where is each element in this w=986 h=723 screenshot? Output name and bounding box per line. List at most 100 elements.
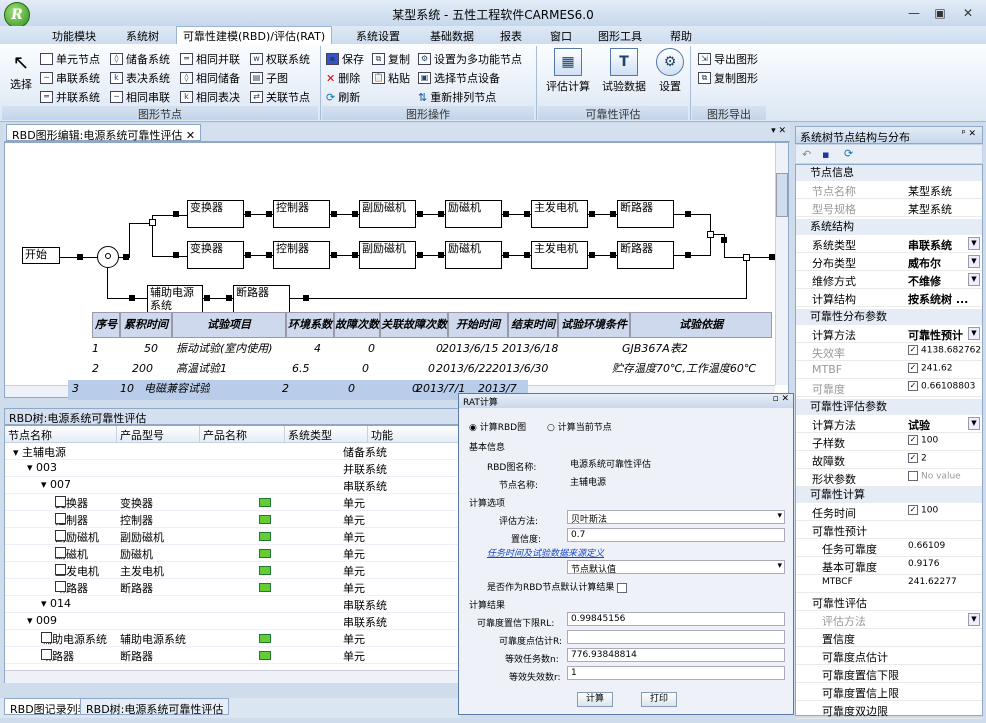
tree-row[interactable]: ▾ 003 并联系统 bbox=[5, 460, 461, 477]
expand-icon[interactable]: ▾ bbox=[41, 478, 50, 491]
tree-row[interactable]: 主发电机 主发电机 单元 bbox=[5, 562, 461, 579]
rbd-block-converter-2[interactable]: 变换器 bbox=[187, 241, 244, 269]
section-node-info[interactable]: 节点信息 bbox=[796, 165, 982, 181]
checkbox[interactable]: ✓ bbox=[908, 363, 918, 373]
linked-node-button[interactable]: ⇄ 关联节点 bbox=[250, 89, 310, 105]
tree-row[interactable]: 断路器 断路器 单元 bbox=[5, 579, 461, 596]
prop-value[interactable]: 不维修 bbox=[908, 273, 941, 289]
dropdown-icon[interactable]: ▼ bbox=[968, 327, 980, 340]
rbd-block-controller-2[interactable]: 控制器 bbox=[273, 241, 330, 269]
tree-header[interactable]: 节点名称 bbox=[5, 426, 117, 443]
rbd-block-sub-exciter-2[interactable]: 副励磁机 bbox=[359, 241, 416, 269]
print-button[interactable]: 打印 bbox=[641, 692, 677, 707]
prop-value[interactable]: 某型系统 bbox=[908, 183, 952, 199]
rbd-block-main-generator-2[interactable]: 主发电机 bbox=[531, 241, 588, 269]
expand-icon[interactable]: ▾ bbox=[27, 614, 36, 627]
undo-icon[interactable]: ↶ bbox=[802, 148, 811, 161]
rbd-block-main-generator[interactable]: 主发电机 bbox=[531, 200, 588, 228]
menu-system-tree[interactable]: 系统树 bbox=[126, 28, 159, 44]
dropdown-icon[interactable]: ▼ bbox=[968, 237, 980, 250]
rbd-block-sub-exciter[interactable]: 副励磁机 bbox=[359, 200, 416, 228]
dialog-close-icon[interactable]: ▫ ✕ bbox=[772, 394, 789, 404]
dropdown-icon[interactable]: ▼ bbox=[968, 613, 980, 626]
copy-button[interactable]: ⧉ 复制 bbox=[372, 51, 410, 67]
tree-row[interactable]: 断路器 断路器 单元 bbox=[5, 647, 461, 664]
maximize-button[interactable]: ▣ bbox=[930, 5, 950, 21]
voting-system-button[interactable]: k 表决系统 bbox=[110, 70, 170, 86]
rearrange-nodes-button[interactable]: ⇅ 重新排列节点 bbox=[418, 89, 496, 105]
tree-hscrollbar[interactable] bbox=[5, 670, 459, 683]
default-result-checkbox[interactable]: 是否作为RBD节点默认计算结果 bbox=[487, 580, 630, 593]
evaluate-calc-button[interactable]: ▦ 评估计算 bbox=[542, 48, 594, 94]
confidence-input[interactable]: 0.7 bbox=[567, 528, 785, 542]
rbd-block-breaker[interactable]: 断路器 bbox=[617, 200, 674, 228]
checkbox[interactable] bbox=[617, 582, 628, 593]
prop-value[interactable]: 按系统树 ... bbox=[908, 291, 968, 307]
export-graph-button[interactable]: ⇲ 导出图形 bbox=[698, 51, 758, 67]
subgraph-button[interactable]: ▤ 子图 bbox=[250, 70, 288, 86]
rbd-start-node[interactable]: 开始 bbox=[22, 247, 60, 264]
radio-calc-node[interactable]: ○ 计算当前节点 bbox=[547, 420, 612, 433]
tree-row[interactable]: 励磁机 励磁机 单元 bbox=[5, 545, 461, 562]
prop-value[interactable]: 可靠性预计 bbox=[908, 327, 963, 343]
section-reliability-calc[interactable]: 可靠性计算 bbox=[796, 487, 982, 503]
prop-value[interactable]: 威布尔 bbox=[908, 255, 941, 271]
standby-system-button[interactable]: ◊ 储备系统 bbox=[110, 51, 170, 67]
checkbox[interactable]: ✓ bbox=[908, 345, 918, 355]
prop-value[interactable]: 试验 bbox=[908, 417, 930, 433]
unit-node-button[interactable]: 单元节点 bbox=[40, 51, 100, 67]
minimize-button[interactable]: — bbox=[904, 5, 924, 21]
tab-rbd-edit[interactable]: RBD图形编辑:电源系统可靠性评估 ✕ bbox=[6, 124, 202, 142]
menu-graphics-tools[interactable]: 图形工具 bbox=[598, 28, 642, 44]
section-eval-params[interactable]: 可靠性评估参数 bbox=[796, 399, 982, 415]
canvas-vscroll-thumb[interactable] bbox=[776, 173, 788, 217]
same-parallel-button[interactable]: ═ 相同并联 bbox=[180, 51, 240, 67]
rbd-block-breaker-2[interactable]: 断路器 bbox=[617, 241, 674, 269]
parallel-system-button[interactable]: ═ 并联系统 bbox=[40, 89, 100, 105]
tree-row[interactable]: ▾ 主辅电源 储备系统 bbox=[5, 443, 461, 460]
refresh-icon[interactable]: ⟳ bbox=[844, 147, 853, 160]
close-button[interactable]: ✕ bbox=[958, 5, 978, 21]
checkbox[interactable]: ✓ bbox=[908, 505, 918, 515]
calculate-button[interactable]: 计算 bbox=[577, 692, 613, 707]
tree-row[interactable]: 副励磁机 副励磁机 单元 bbox=[5, 528, 461, 545]
tree-row[interactable]: 辅助电源系统 辅助电源系统 单元 bbox=[5, 630, 461, 647]
expand-icon[interactable]: ▾ bbox=[13, 446, 22, 459]
rbd-block-exciter[interactable]: 励磁机 bbox=[445, 200, 502, 228]
menu-function-module[interactable]: 功能模块 bbox=[52, 28, 96, 44]
default-value-select[interactable]: 节点默认值 ▾ bbox=[567, 560, 785, 575]
menu-rbd-rat[interactable]: 可靠性建模(RBD)/评估(RAT) bbox=[176, 26, 333, 44]
tree-row[interactable]: ▾ 014 串联系统 bbox=[5, 596, 461, 613]
tree-row[interactable]: 变换器 变换器 单元 bbox=[5, 494, 461, 511]
prop-value[interactable]: 某型系统 bbox=[908, 201, 952, 217]
paste-button[interactable]: 📋 粘贴 bbox=[372, 70, 410, 86]
menu-base-data[interactable]: 基础数据 bbox=[430, 28, 474, 44]
tree-row[interactable]: ▾ 007 串联系统 bbox=[5, 477, 461, 494]
tree-header[interactable]: 产品型号 bbox=[117, 426, 200, 443]
rbd-block-aux-power[interactable]: 辅助电源系统 bbox=[147, 285, 203, 313]
select-device-button[interactable]: ▣ 选择节点设备 bbox=[418, 70, 500, 86]
save-icon[interactable]: ▪ bbox=[822, 148, 829, 161]
dropdown-icon[interactable]: ▼ bbox=[968, 255, 980, 268]
checkbox[interactable] bbox=[908, 471, 918, 481]
select-tool-button[interactable]: ↖ 选择 bbox=[6, 48, 36, 92]
settings-button[interactable]: ⚙ 设置 bbox=[654, 48, 686, 94]
data-source-link[interactable]: 任务时间及试验数据来源定义 bbox=[487, 546, 604, 559]
delete-button[interactable]: ✕ 删除 bbox=[326, 70, 360, 86]
tab-menu-icon[interactable]: ▾ ✕ bbox=[771, 126, 786, 136]
dropdown-icon[interactable]: ▼ bbox=[968, 417, 980, 430]
section-distribution-params[interactable]: 可靠性分布参数 bbox=[796, 309, 982, 325]
tree-row[interactable]: ▾ 009 串联系统 bbox=[5, 613, 461, 630]
output-node[interactable] bbox=[743, 254, 750, 261]
same-voting-button[interactable]: k 相同表决 bbox=[180, 89, 240, 105]
tab-rbd-tree[interactable]: RBD树:电源系统可靠性评估 bbox=[80, 698, 230, 716]
rbd-block-converter[interactable]: 变换器 bbox=[187, 200, 244, 228]
test-data-button[interactable]: T 试验数据 bbox=[598, 48, 650, 94]
copy-graph-button[interactable]: ⧉ 复制图形 bbox=[698, 70, 758, 86]
save-button[interactable]: ▪ 保存 bbox=[326, 51, 364, 67]
checkbox[interactable]: ✓ bbox=[908, 435, 918, 445]
prop-value[interactable]: 串联系统 bbox=[908, 237, 952, 253]
refresh-button[interactable]: ⟳ 刷新 bbox=[326, 89, 360, 105]
tree-header[interactable]: 功能 bbox=[368, 426, 461, 443]
series-system-button[interactable]: ─ 串联系统 bbox=[40, 70, 100, 86]
